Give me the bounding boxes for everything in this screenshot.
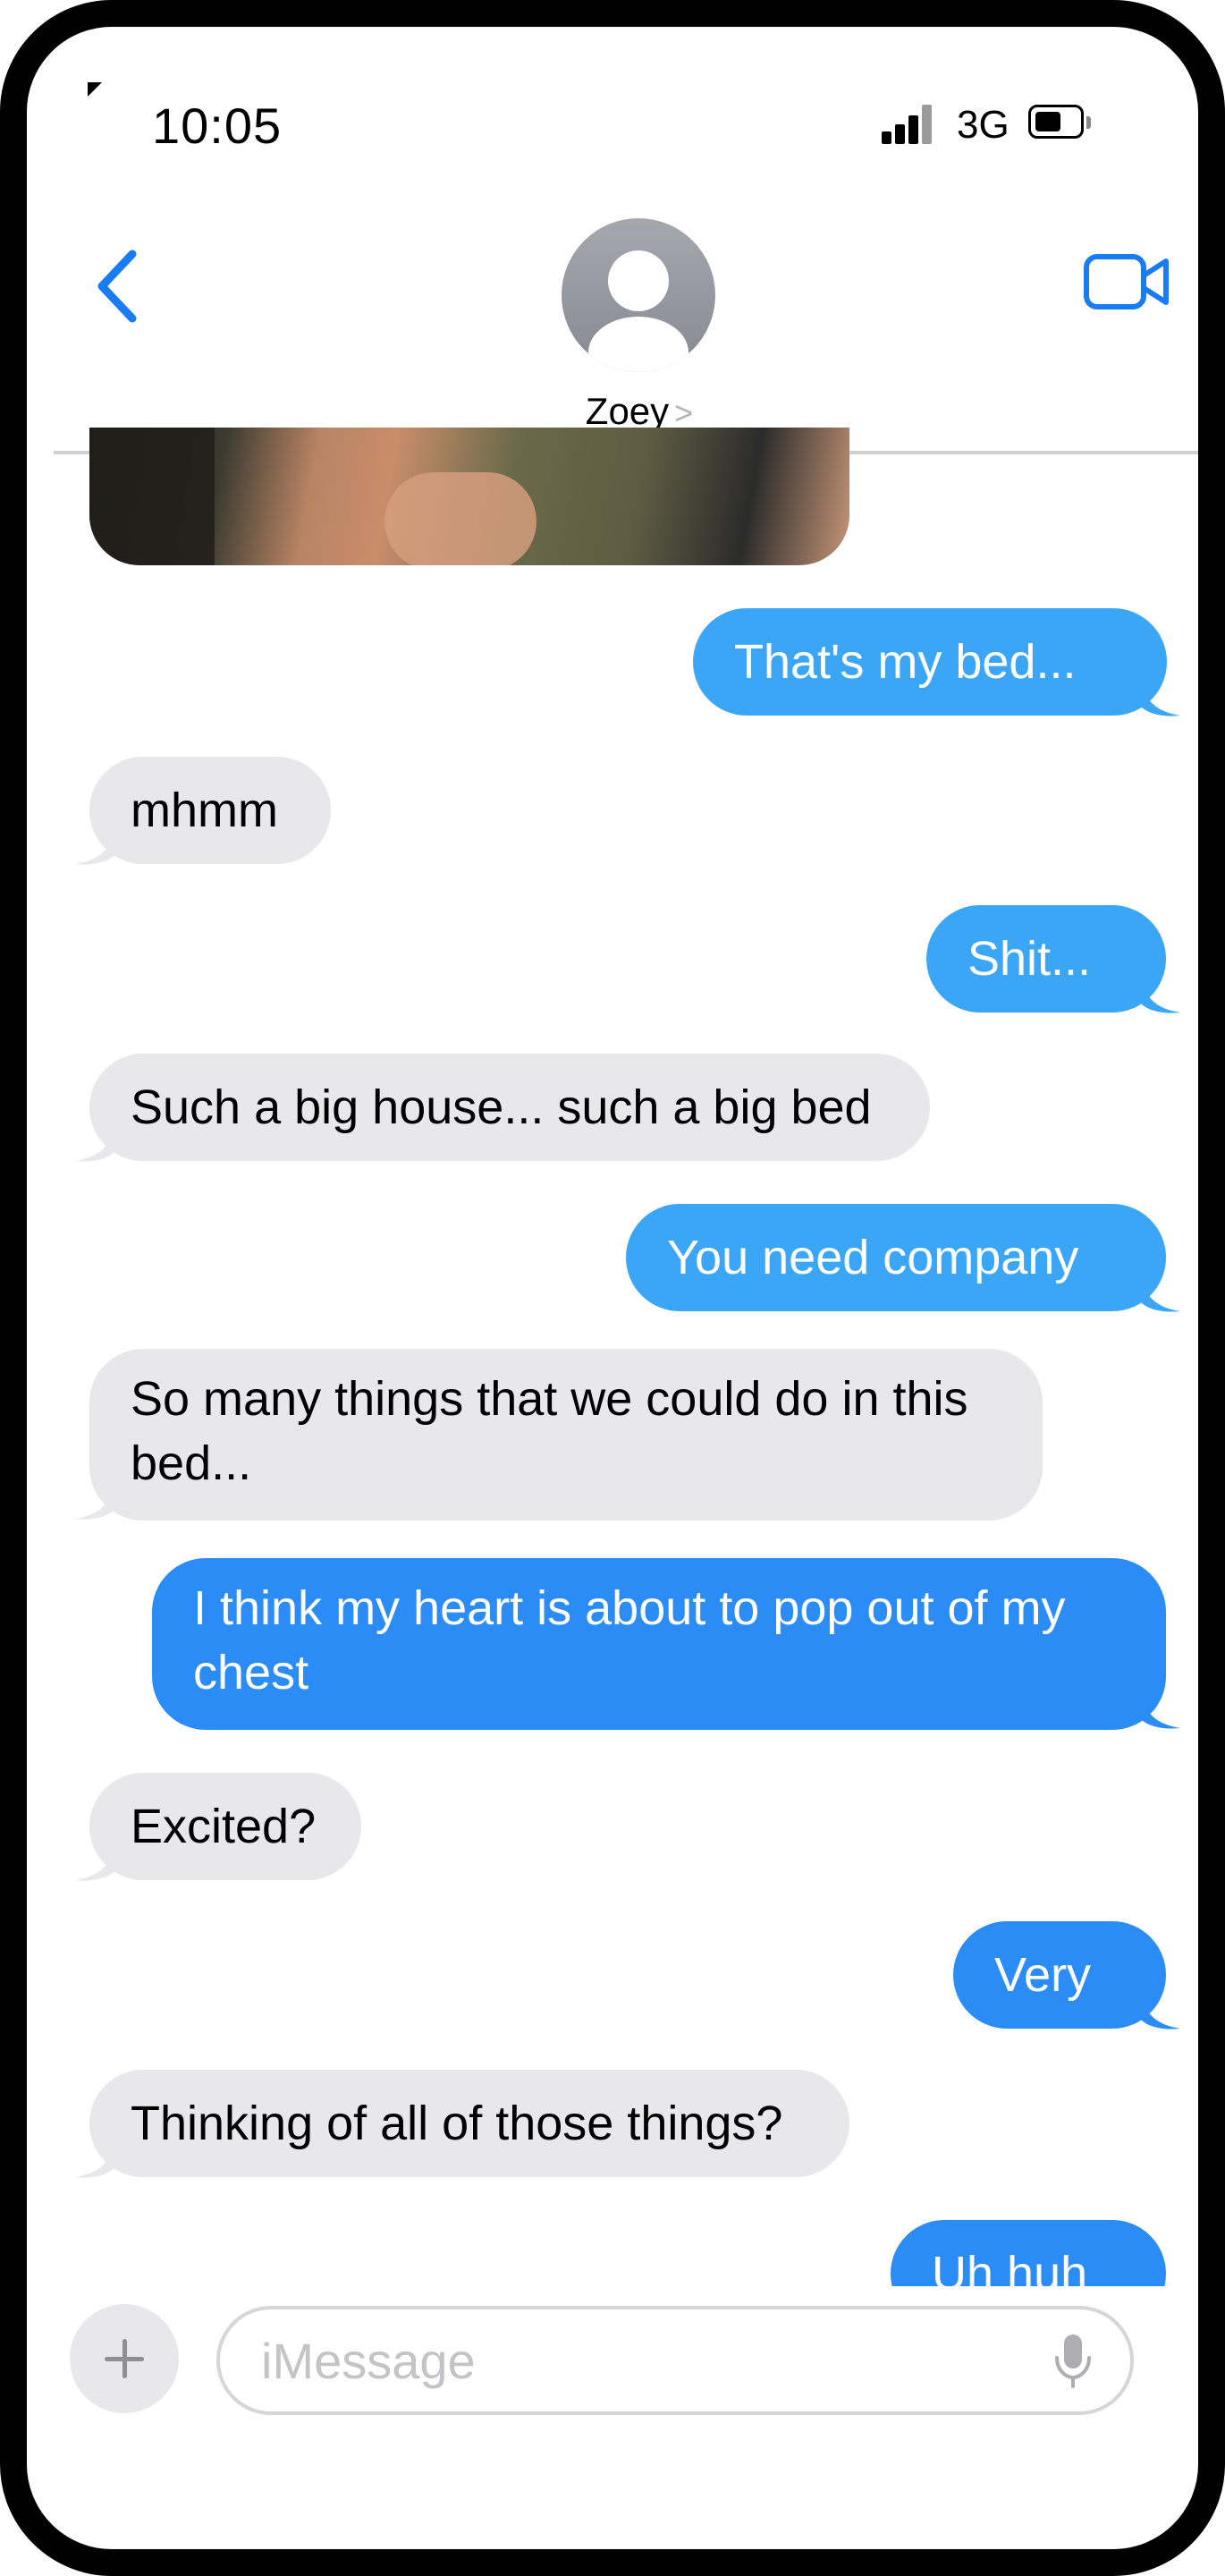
bubble-tail	[1141, 1692, 1180, 1729]
frame-corner-mark	[88, 82, 102, 97]
bubble-tail	[75, 2141, 114, 2178]
message-bubble-received[interactable]: Thinking of all of those things?	[89, 2070, 849, 2177]
video-call-icon	[1084, 254, 1169, 309]
message-text: mhmm	[131, 784, 278, 837]
message-text: Excited?	[131, 1800, 317, 1853]
contact-avatar-icon[interactable]	[562, 218, 715, 372]
bubble-tail	[75, 1125, 114, 1162]
message-bubble-received[interactable]: mhmm	[89, 757, 331, 864]
bubble-tail	[1141, 680, 1180, 716]
microphone-icon	[1055, 2334, 1091, 2388]
bubble-tail	[1141, 1275, 1180, 1312]
message-thread[interactable]: That's my bed... mhmm Shit... Such a big…	[27, 428, 1198, 2286]
dictation-button[interactable]	[1053, 2333, 1093, 2390]
status-time: 10:05	[152, 97, 283, 154]
message-bubble-sent[interactable]: Very	[953, 1921, 1166, 2029]
message-text: I think my heart is about to pop out of …	[193, 1581, 1066, 1699]
bubble-tail	[75, 828, 114, 865]
battery-cap	[1086, 116, 1091, 129]
contact-name-button[interactable]: Zoey >	[563, 390, 715, 433]
message-bubble-sent[interactable]: I think my heart is about to pop out of …	[152, 1558, 1166, 1730]
battery-icon	[1028, 105, 1084, 139]
message-text: Shit...	[967, 932, 1092, 986]
bubble-tail	[1141, 1993, 1180, 2029]
message-text: Uh huh	[932, 2247, 1088, 2286]
message-bubble-sent[interactable]: Uh huh	[891, 2220, 1166, 2286]
message-bubble-received[interactable]: Excited?	[89, 1773, 361, 1880]
contact-name: Zoey	[585, 390, 670, 432]
message-text: You need company	[667, 1231, 1079, 1284]
message-bubble-sent[interactable]: Shit...	[926, 905, 1166, 1013]
message-bubble-sent[interactable]: You need company	[626, 1204, 1166, 1311]
back-chevron-icon	[97, 250, 137, 323]
bubble-tail	[1141, 977, 1180, 1013]
message-bubble-received[interactable]: So many things that we could do in this …	[89, 1349, 1043, 1521]
message-text: That's my bed...	[734, 635, 1077, 689]
video-call-button[interactable]	[1082, 250, 1171, 313]
back-button[interactable]	[89, 242, 152, 331]
message-text: Very	[994, 1948, 1092, 2002]
message-text: So many things that we could do in this …	[131, 1372, 968, 1490]
bubble-tail	[75, 1844, 114, 1881]
message-input[interactable]	[216, 2306, 1134, 2415]
add-attachment-button[interactable]	[70, 2304, 179, 2413]
message-bubble-received[interactable]: Such a big house... such a big bed	[89, 1054, 930, 1161]
message-bubble-sent[interactable]: That's my bed...	[693, 608, 1167, 716]
chevron-right-icon: >	[674, 394, 694, 431]
bubble-tail	[75, 1483, 114, 1520]
message-text: Such a big house... such a big bed	[131, 1080, 872, 1134]
signal-icon	[882, 103, 932, 144]
photo-attachment[interactable]	[89, 428, 849, 565]
network-type: 3G	[957, 103, 1010, 147]
message-text: Thinking of all of those things?	[131, 2097, 783, 2150]
